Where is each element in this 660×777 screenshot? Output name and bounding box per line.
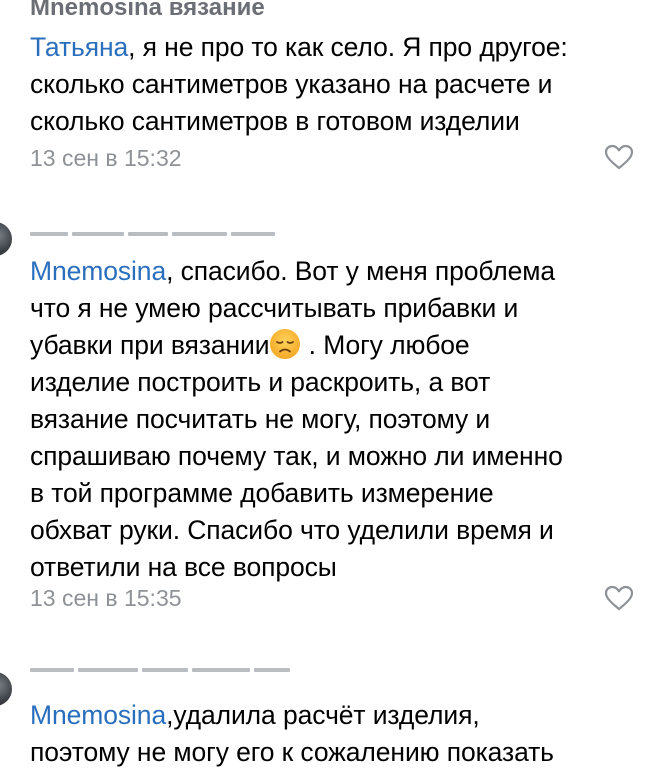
heart-outline-icon — [604, 144, 634, 170]
comment-text: Татьяна, я не про то как село. Я про дру… — [30, 29, 640, 140]
comment-text-line: убавки при вязании — [30, 330, 270, 360]
like-button[interactable] — [604, 144, 634, 170]
comment-1: Mnemosina вязание Татьяна, я не про то к… — [0, 0, 660, 200]
comment-text-line: ,удалила расчёт изделия, — [166, 700, 480, 730]
comment-text-line: , спасибо. Вот у меня проблема — [166, 256, 556, 286]
like-button[interactable] — [604, 585, 634, 611]
comment-text-line: ответили на все вопросы — [30, 552, 337, 582]
comment-text: Mnemosina, спасибо. Вот у меня проблема … — [30, 253, 640, 586]
comment-text-line: вязание посчитать не могу, поэтому и — [30, 404, 491, 434]
avatar[interactable] — [0, 672, 12, 706]
comment-text-line: изделие построить и раскроить, а вот — [30, 367, 491, 397]
author-name-redacted — [30, 664, 290, 676]
comment-text-line: что я не умею рассчитывать прибавки и — [30, 293, 519, 323]
comment-text-line: сколько сантиметров указано на расчете и — [30, 69, 553, 99]
comment-3: Mnemosina,удалила расчёт изделия, поэтом… — [0, 630, 660, 777]
heart-outline-icon — [604, 585, 634, 611]
disappointed-face-icon — [269, 328, 301, 360]
mention-link[interactable]: Mnemosina — [30, 256, 166, 286]
comment-text-line: в той программе добавить измерение — [30, 478, 494, 508]
comment-text-line: . Могу любое — [301, 330, 470, 360]
mention-link[interactable]: Mnemosina — [30, 700, 166, 730]
comment-text-line: обхват руки. Спасибо что уделили время и — [30, 515, 554, 545]
comment-text-line: сколько сантиметров в готовом изделии — [30, 106, 520, 136]
comment-date: 13 сен в 15:35 — [30, 585, 182, 611]
comment-text-line: спрашиваю почему так, и можно ли именно — [30, 441, 563, 471]
mention-link[interactable]: Татьяна — [30, 32, 128, 62]
comment-text-line: , я не про то как село. Я про другое: — [128, 32, 568, 62]
author-name-redacted — [30, 228, 275, 240]
comment-text-line: поэтому не могу его к сожалению показать — [30, 737, 554, 767]
comment-author[interactable]: Mnemosina вязание — [30, 0, 265, 22]
comment-date: 13 сен в 15:32 — [30, 145, 182, 171]
comment-text: Mnemosina,удалила расчёт изделия, поэтом… — [30, 697, 640, 771]
avatar[interactable] — [0, 222, 12, 256]
comment-2: Mnemosina, спасибо. Вот у меня проблема … — [0, 200, 660, 630]
